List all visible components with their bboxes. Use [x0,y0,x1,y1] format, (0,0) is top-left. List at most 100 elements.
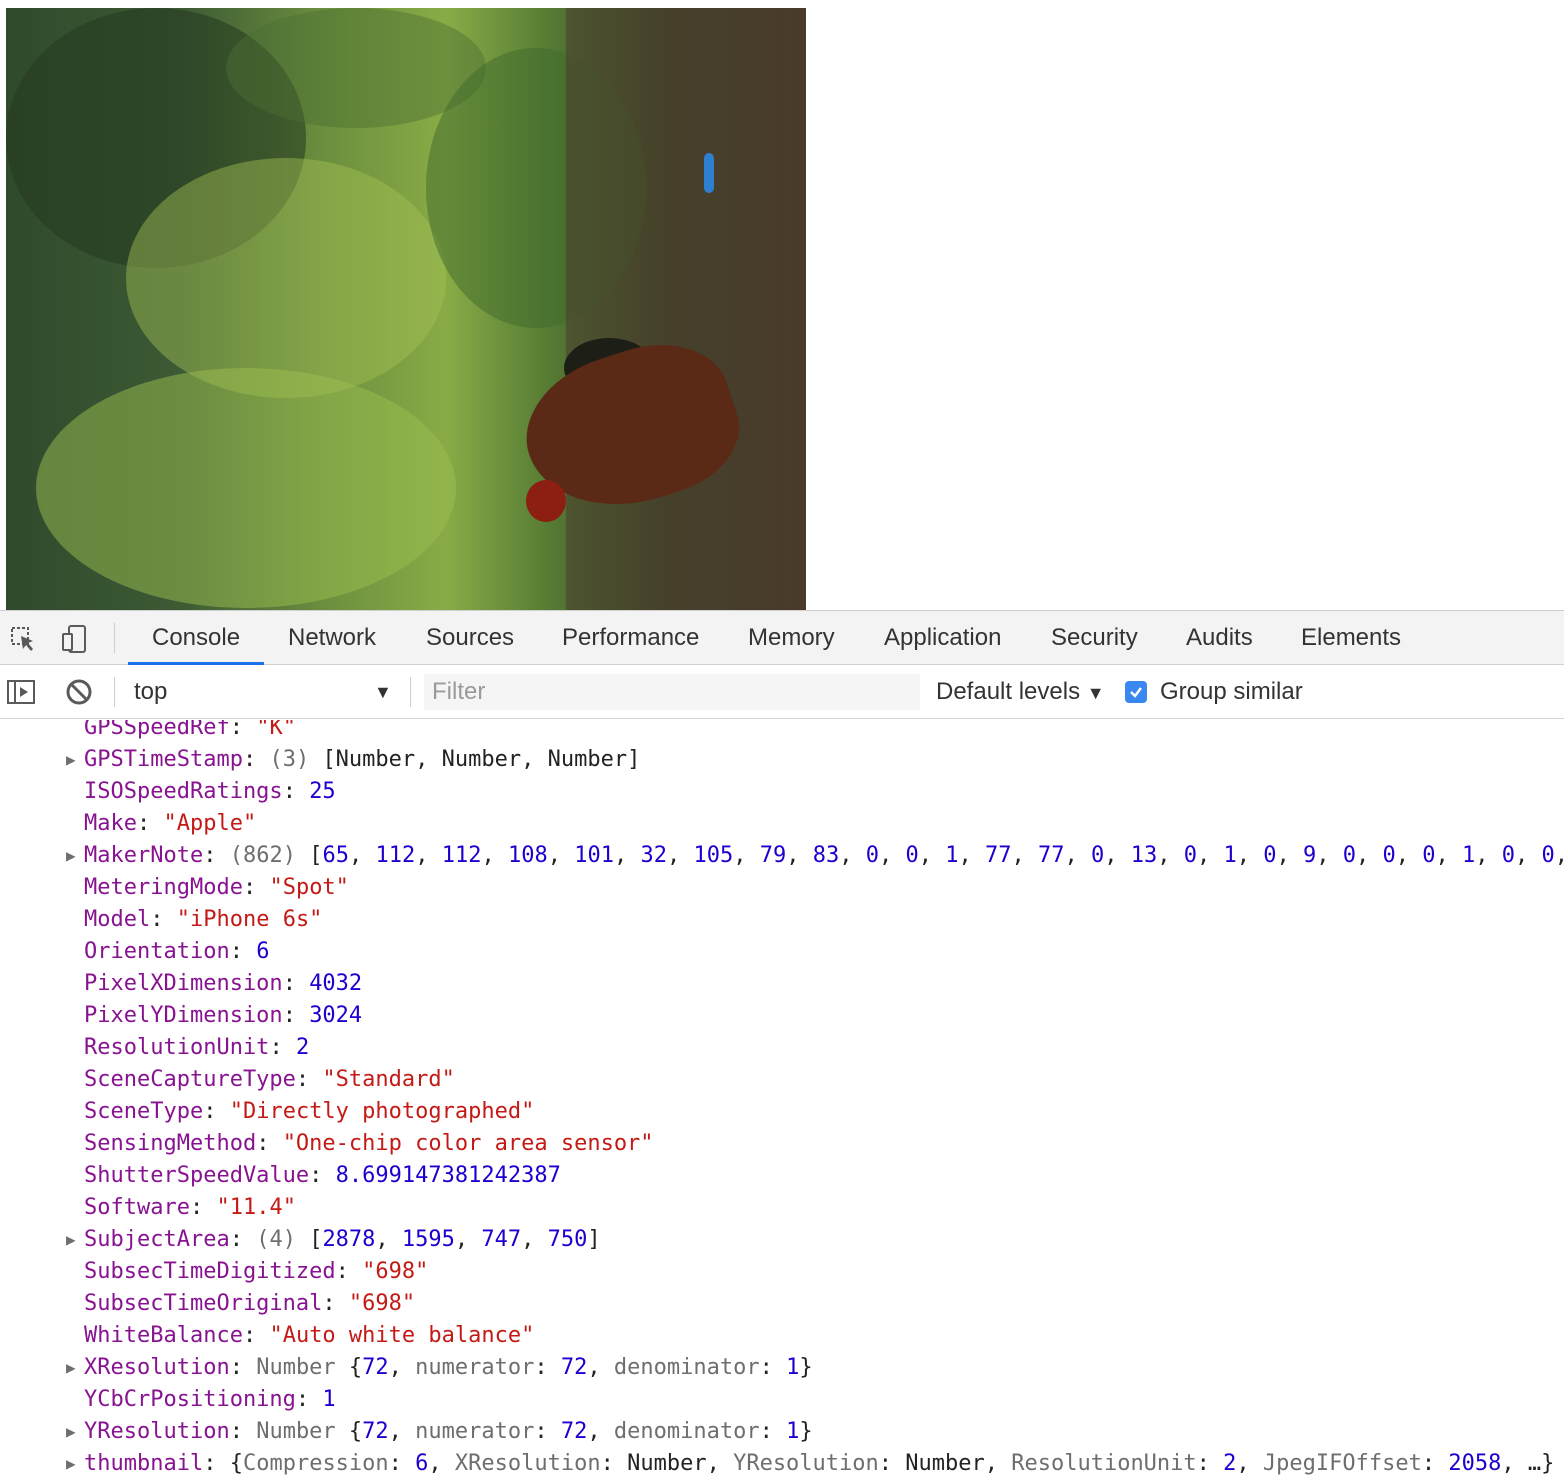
property-value-token: , [375,1227,402,1252]
context-selector[interactable]: top ▼ [120,665,400,719]
property-value-token: , [666,843,694,868]
group-similar-checkbox[interactable] [1125,681,1147,703]
property-value-token: , [1514,843,1542,868]
log-levels-label: Default levels [936,678,1081,705]
tab-audits[interactable]: Audits [1186,611,1253,665]
property-value-token: 0 [905,843,919,868]
filter-input[interactable] [424,674,920,710]
expand-triangle-icon[interactable]: ▶ [66,744,76,776]
property-value-token: 101 [574,843,614,868]
photo-preview [6,8,806,610]
property-key: PixelXDimension [84,971,283,996]
property-value-token: , [1355,843,1383,868]
property-line: Model: "iPhone 6s" [84,907,323,932]
property-value-token: "Spot" [269,875,349,900]
property-value-token: 105 [693,843,734,868]
property-line: GPSTimeStamp: (3) [Number, Number, Numbe… [84,747,641,772]
property-value-token: : Number, [600,1451,734,1476]
inspect-element-icon[interactable] [8,624,38,654]
clear-console-icon[interactable] [64,677,94,707]
property-value-token: : [388,1451,416,1476]
property-value-token: 1 [322,1387,336,1412]
property-value-token: : [759,1419,787,1444]
property-value-token: 77 [984,843,1012,868]
tab-performance[interactable]: Performance [562,611,699,665]
property-value-token: "11.4" [216,1195,296,1220]
property-value-token: , [428,1451,455,1476]
property-key: PixelYDimension [84,1003,283,1028]
console-output: GPSSpeedRef: "K" ▶ GPSTimeStamp: (3) [Numb… [0,720,1564,1482]
property-line: thumbnail: {Compression: 6, XResolution:… [84,1451,1555,1476]
property-line: YResolution: Number {72, numerator: 72, … [84,1419,813,1444]
property-value-token: , [1064,843,1091,868]
tab-security[interactable]: Security [1051,611,1138,665]
property-value-token: 72 [560,1355,588,1380]
property-value-token: , [1316,843,1343,868]
property-value-token: 0 [1263,843,1277,868]
sidebar-toggle-icon[interactable] [6,677,36,707]
property-key: thumbnail [84,1451,204,1476]
property-line: SubjectArea: (4) [2878, 1595, 747, 750] [84,1227,601,1252]
property-value-token: , [958,843,985,868]
expand-triangle-icon[interactable]: ▶ [66,840,76,872]
expand-triangle-icon[interactable]: ▶ [66,1416,76,1448]
tab-network[interactable]: Network [288,611,376,665]
property-value-token: 1 [945,843,959,868]
property-value-token: 6 [415,1451,429,1476]
property-line: SubsecTimeDigitized: "698" [84,1259,429,1284]
property-key: SubjectArea [84,1227,230,1252]
property-value-token: JpegIFOffset [1262,1451,1422,1476]
devtools-tabbar: Console Network Sources Performance Memory Ap… [0,610,1564,665]
expand-triangle-icon[interactable]: ▶ [66,1352,76,1384]
property-key: MeteringMode [84,875,243,900]
checkmark-icon [1130,687,1142,698]
property-value-token: 0 [1342,843,1356,868]
property-value-token: "Auto white balance" [269,1323,535,1348]
property-value-token: 0 [865,843,879,868]
property-value-token: , [1276,843,1303,868]
group-similar-label: Group similar [1160,678,1303,705]
property-line: ResolutionUnit: 2 [84,1035,310,1060]
property-value-token: Number [256,1419,349,1444]
property-value-token: } [799,1355,813,1380]
expand-triangle-icon[interactable]: ▶ [66,1448,76,1480]
tab-elements[interactable]: Elements [1301,611,1401,665]
property-value-token: 32 [640,843,667,868]
property-line: SceneType: "Directly photographed" [84,1099,535,1124]
property-value-token: "One-chip color area sensor" [282,1131,654,1156]
tab-sources[interactable]: Sources [426,611,514,665]
property-key: SensingMethod [84,1131,257,1156]
tab-console[interactable]: Console [152,611,240,665]
property-value-token: "Apple" [163,811,257,836]
property-line: YCbCrPositioning: 1 [84,1387,336,1412]
expand-triangle-icon[interactable]: ▶ [66,1224,76,1256]
property-line: ShutterSpeedValue: 8.699147381242387 [84,1163,561,1188]
property-value-token: , [1011,843,1038,868]
property-value-token: 83 [812,843,840,868]
property-value-token: 13 [1130,843,1158,868]
property-value-token: "Standard" [322,1067,455,1092]
property-line: Software: "11.4" [84,1195,296,1220]
tab-memory[interactable]: Memory [748,611,835,665]
property-value-token: 72 [362,1355,389,1380]
property-value-token: (3) [269,747,323,772]
property-value-token: 8.699147381242387 [335,1163,561,1188]
property-value-token: , [388,1419,416,1444]
tab-application[interactable]: Application [884,611,1001,665]
log-levels-dropdown[interactable]: Default levels ▼ [936,665,1105,719]
property-value-token: : [1421,1451,1449,1476]
property-value-token: numerator [415,1355,535,1380]
property-key: SubsecTimeOriginal [84,1291,323,1316]
property-key: ShutterSpeedValue [84,1163,310,1188]
property-key: Model [84,907,151,932]
property-value-token: : [534,1419,561,1444]
property-value-token: , [1236,1451,1263,1476]
property-line: SensingMethod: "One-chip color area sens… [84,1131,654,1156]
property-value-token: , [1475,843,1502,868]
property-value-token: , …} [1501,1451,1555,1476]
property-value-token: 0 [1382,843,1396,868]
property-value-token: , [786,843,813,868]
property-value-token: numerator [415,1419,535,1444]
toolbar-divider [410,677,411,707]
device-toolbar-icon[interactable] [60,624,90,654]
